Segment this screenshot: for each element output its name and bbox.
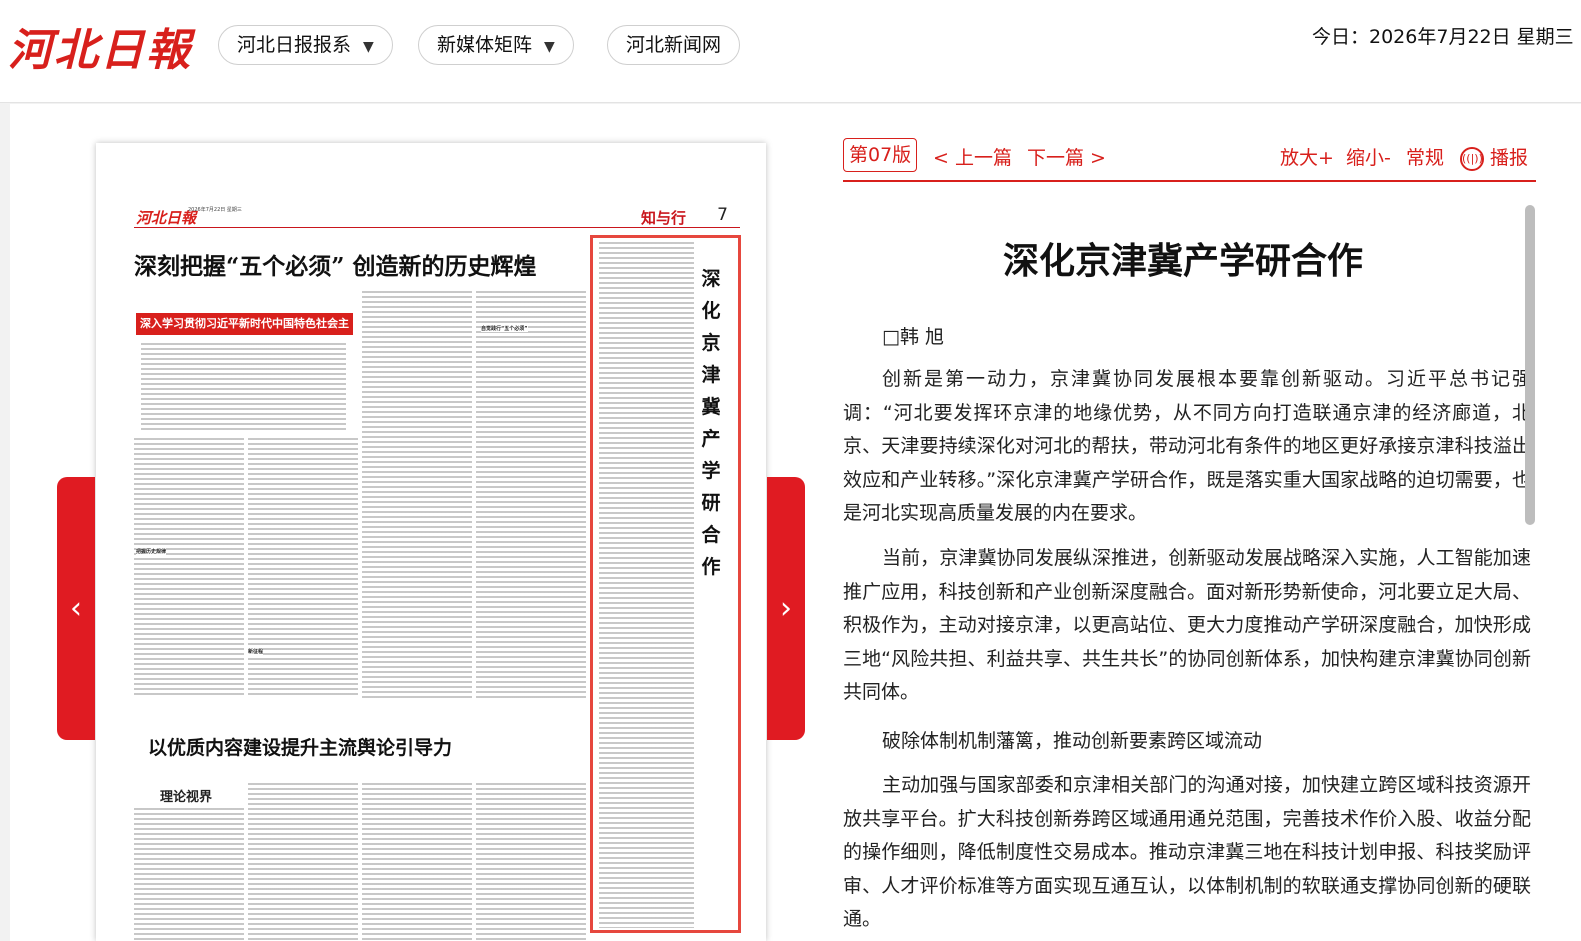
chevron-left-icon: ‹ xyxy=(70,591,82,626)
article-text-block[interactable] xyxy=(362,291,472,701)
normal-size-button[interactable]: 常规 xyxy=(1406,143,1444,170)
nav-new-media-matrix[interactable]: 新媒体矩阵 ▼ xyxy=(418,25,574,65)
article-subhead: 把握历史规律 xyxy=(136,548,167,555)
reader-scrollbar[interactable] xyxy=(1525,205,1535,525)
selected-article-vertical-title: 深化京津冀产学研合作 xyxy=(701,268,721,578)
article-text-block[interactable] xyxy=(248,783,358,941)
nav-label: 河北新闻网 xyxy=(626,34,722,56)
paper-headline-top[interactable]: 深刻把握“五个必须” 创造新的历史辉煌 xyxy=(134,247,536,281)
article-text-block[interactable] xyxy=(134,808,244,941)
article-text-block[interactable] xyxy=(134,438,244,698)
paper-divider xyxy=(134,227,740,228)
prev-article-link[interactable]: < 上一篇 xyxy=(933,143,1012,170)
paper-headline-bottom[interactable]: 以优质内容建设提升主流舆论引导力 xyxy=(148,733,452,760)
paper-banner: 深入学习贯彻习近平新时代中国特色社会主义思想 xyxy=(136,313,353,352)
article-author: □韩 旭 xyxy=(882,326,944,348)
chevron-down-icon: ▼ xyxy=(363,39,374,55)
article-text-block[interactable] xyxy=(141,343,346,433)
prev-page-button[interactable]: ‹ xyxy=(57,477,95,740)
zoom-in-button[interactable]: 放大+ xyxy=(1280,143,1334,170)
newspaper-page-image[interactable]: 河北日報 2026年7月22日 星期三 知与行 7 深刻把握“五个必须” 创造新… xyxy=(96,143,766,941)
nav-label: 河北日报报系 xyxy=(237,34,352,56)
nav-hebei-daily-group[interactable]: 河北日报报系 ▼ xyxy=(218,25,393,65)
paper-section-name: 知与行 xyxy=(640,209,686,227)
listen-label: 播报 xyxy=(1490,147,1529,169)
paper-meta: 2026年7月22日 星期三 xyxy=(188,207,242,213)
article-subhead: 自觉践行“五个必须” xyxy=(481,325,528,332)
article-text-block[interactable] xyxy=(248,438,358,698)
chevron-right-icon: › xyxy=(780,591,792,626)
article-text-block xyxy=(599,242,694,928)
nav-label: 新媒体矩阵 xyxy=(437,34,533,56)
audio-icon: ((|)) xyxy=(1460,147,1484,171)
top-header: 河北日報 河北日报报系 ▼ 新媒体矩阵 ▼ 河北新闻网 今日：2026年7月22日 … xyxy=(0,0,1581,103)
article-subheading: 破除体制机制藩篱，推动创新要素跨区域流动 xyxy=(882,730,1263,752)
today-date: 今日：2026年7月22日 星期三 xyxy=(1312,26,1574,48)
site-logo[interactable]: 河北日報 xyxy=(8,14,192,78)
article-text-block[interactable] xyxy=(476,291,586,701)
article-paragraph: 创新是第一动力，京津冀协同发展根本要靠创新驱动。习近平总书记强调：“河北要发挥环… xyxy=(843,368,1531,524)
reader-divider xyxy=(843,180,1536,182)
paper-page-number: 7 xyxy=(717,205,728,225)
chevron-down-icon: ▼ xyxy=(544,39,555,55)
article-paragraph: 主动加强与国家部委和京津相关部门的沟通对接，加快建立跨区域科技资源开放共享平台。… xyxy=(843,774,1531,930)
listen-button[interactable]: ((|)) 播报 xyxy=(1460,143,1528,171)
article-text-block[interactable] xyxy=(476,783,586,941)
paper-column-label: 理论视界 xyxy=(160,790,213,805)
paper-masthead: 河北日報 xyxy=(136,209,197,227)
next-article-link[interactable]: 下一篇 > xyxy=(1027,143,1106,170)
next-page-button[interactable]: › xyxy=(767,477,805,740)
article-text-block[interactable] xyxy=(362,783,472,941)
article-paragraph: 当前，京津冀协同发展纵深推进，创新驱动发展战略深入实施，人工智能加速推广应用，科… xyxy=(843,547,1531,703)
article-title: 深化京津冀产学研合作 xyxy=(1002,241,1363,282)
zoom-out-button[interactable]: 缩小- xyxy=(1346,143,1391,170)
article-subhead: 新征程 xyxy=(248,648,264,655)
nav-hebei-news-net[interactable]: 河北新闻网 xyxy=(607,25,741,65)
page-badge[interactable]: 第07版 xyxy=(843,138,918,172)
